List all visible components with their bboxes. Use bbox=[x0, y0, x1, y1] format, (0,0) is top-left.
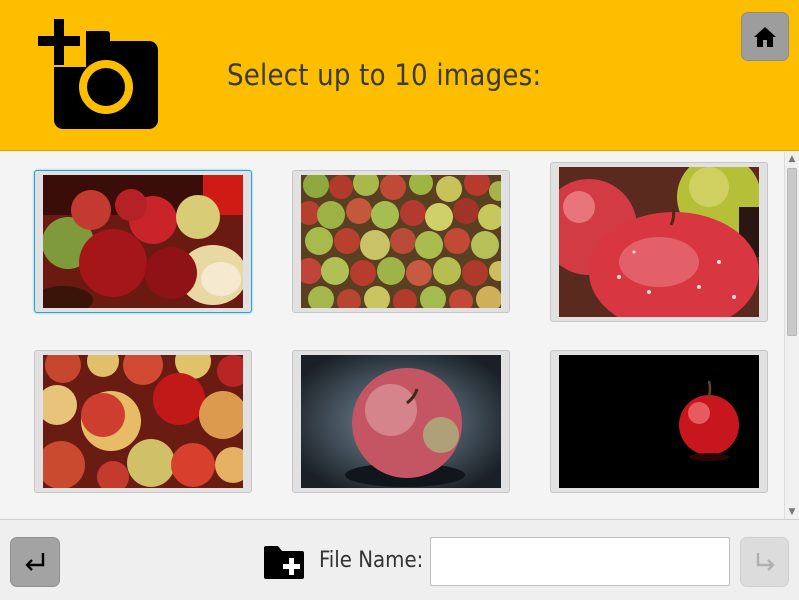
scroll-up-arrow-icon[interactable]: ▲ bbox=[785, 152, 799, 166]
forward-arrow-icon bbox=[756, 553, 775, 571]
next-button[interactable] bbox=[740, 537, 789, 587]
back-button[interactable] bbox=[10, 537, 60, 587]
home-button[interactable] bbox=[741, 12, 789, 61]
gallery-image-3[interactable] bbox=[550, 162, 768, 322]
gallery-image-2[interactable] bbox=[292, 170, 510, 313]
gallery-image-4[interactable] bbox=[34, 350, 252, 493]
gallery-image-5[interactable] bbox=[292, 350, 510, 493]
gallery-image-1[interactable] bbox=[34, 170, 252, 313]
return-arrow-icon bbox=[25, 553, 45, 571]
image-gallery bbox=[0, 152, 784, 518]
home-icon bbox=[754, 26, 776, 47]
page-title: Select up to 10 images: bbox=[227, 58, 542, 92]
new-folder-icon bbox=[264, 546, 304, 579]
apples-red-yellow-image bbox=[43, 355, 243, 488]
scroll-down-arrow-icon[interactable]: ▼ bbox=[785, 505, 799, 519]
scrollbar-thumb[interactable] bbox=[787, 168, 797, 336]
add-photo-camera-icon bbox=[36, 17, 158, 129]
image-picker-window: Select up to 10 images: ▲ ▼ File Name: bbox=[0, 0, 799, 600]
apple-single-gray-image bbox=[301, 355, 501, 488]
file-name-label: File Name: bbox=[319, 548, 424, 573]
gallery-image-6[interactable] bbox=[550, 350, 768, 493]
header-bar: Select up to 10 images: bbox=[0, 0, 799, 151]
apples-closeup-image bbox=[559, 167, 759, 317]
gallery-scrollbar[interactable]: ▲ ▼ bbox=[784, 152, 799, 520]
apples-pile-image bbox=[301, 175, 501, 308]
apple-single-black-image bbox=[559, 355, 759, 488]
apples-cut-halves-image bbox=[43, 175, 243, 308]
footer-bar: File Name: bbox=[0, 519, 799, 600]
file-name-input[interactable] bbox=[430, 537, 730, 586]
